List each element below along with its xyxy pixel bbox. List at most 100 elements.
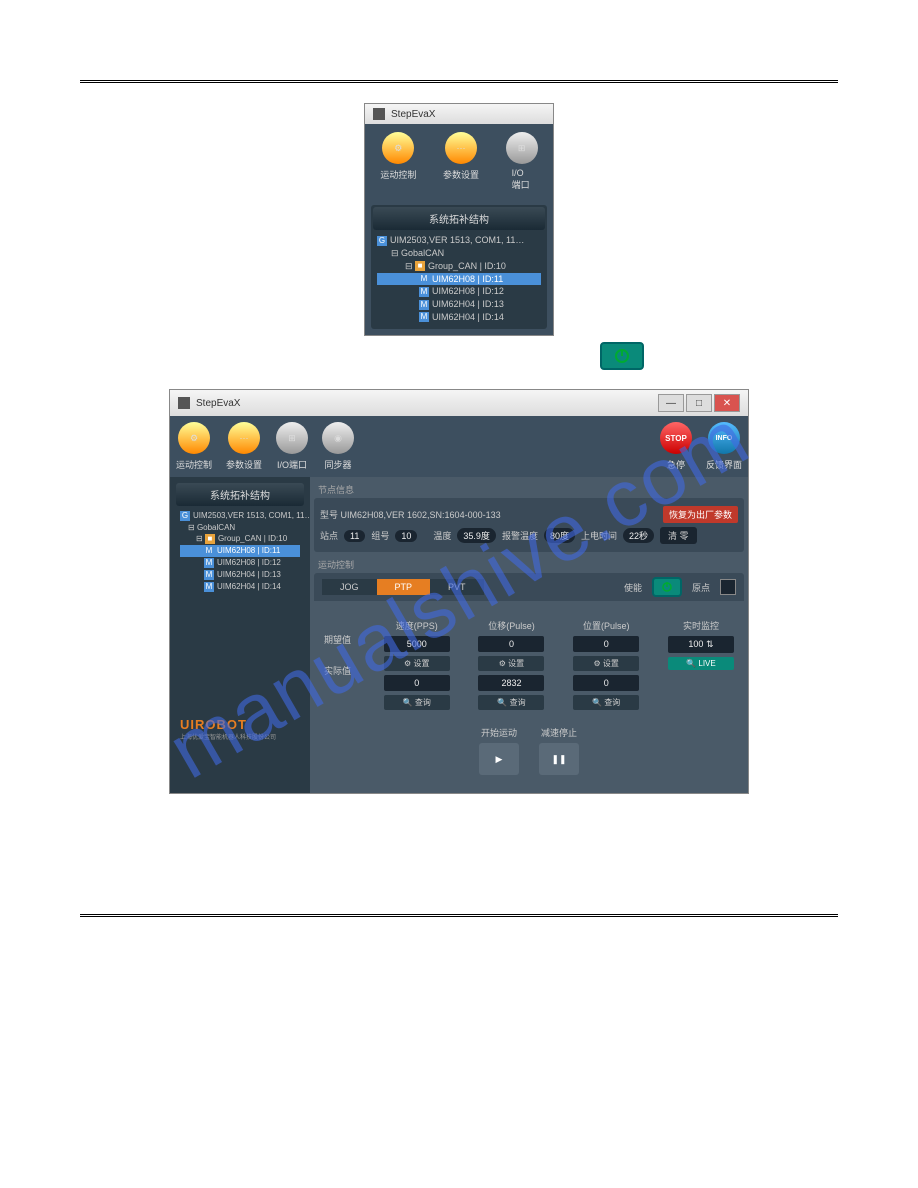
tree-node[interactable]: MUIM62H08 | ID:11 — [180, 545, 300, 557]
temp-value: 35.9度 — [457, 528, 496, 543]
tree-group[interactable]: ⊟ ■Group_CAN | ID:10 — [377, 260, 541, 273]
disp-actual: 2832 — [478, 675, 544, 691]
badge-folder-icon: ■ — [205, 534, 215, 544]
tree-node[interactable]: MUIM62H08 | ID:12 — [180, 557, 300, 569]
speed-query-button[interactable]: 🔍 查询 — [384, 695, 450, 710]
window-controls: — □ ✕ — [658, 394, 740, 412]
start-label: 开始运动 — [479, 726, 519, 739]
enable-toggle[interactable] — [652, 577, 682, 597]
badge-g-icon: G — [377, 236, 387, 246]
restore-button[interactable]: 恢复为出厂参数 — [663, 506, 738, 523]
disp-set-button[interactable]: ⚙ 设置 — [478, 656, 544, 671]
tree-root[interactable]: GUIM2503,VER 1513, COM1, 11… — [377, 234, 541, 247]
tab-jog[interactable]: JOG — [322, 579, 377, 595]
uptime-label: 上电时间 — [581, 529, 617, 542]
sync-icon: ◉ — [322, 422, 354, 454]
origin-label: 原点 — [692, 581, 710, 594]
disp-query-button[interactable]: 🔍 查询 — [478, 695, 544, 710]
io-icon: ⊞ — [276, 422, 308, 454]
badge-m-icon: M — [204, 546, 214, 556]
feedback-button[interactable]: INFO反馈界面 — [706, 422, 742, 471]
dots-icon: ⋯ — [445, 132, 477, 164]
group-value: 10 — [395, 530, 417, 542]
badge-folder-icon: ■ — [415, 261, 425, 271]
origin-checkbox[interactable] — [720, 579, 736, 595]
badge-m-icon: M — [419, 300, 429, 310]
alarm-value: 80度 — [544, 528, 575, 543]
app-title: StepEvaX — [196, 398, 240, 409]
monitor-header: 实时监控 — [683, 619, 719, 632]
speed-actual: 0 — [384, 675, 450, 691]
io-button[interactable]: ⊞I/O端口 — [276, 422, 308, 471]
group-label: 组号 — [371, 529, 389, 542]
speed-set-button[interactable]: ⚙ 设置 — [384, 656, 450, 671]
tree-gobal[interactable]: ⊟ GobalCAN — [180, 522, 300, 533]
pos-expect-input[interactable]: 0 — [573, 636, 639, 652]
app-icon — [178, 397, 190, 409]
enable-button[interactable] — [600, 342, 644, 370]
tree-node[interactable]: MUIM62H04 | ID:13 — [180, 569, 300, 581]
app-icon — [373, 108, 385, 120]
play-button[interactable]: ▶ — [479, 743, 519, 775]
disp-expect-input[interactable]: 0 — [478, 636, 544, 652]
window-large: StepEvaX — □ ✕ ⚙运动控制 ⋯参数设置 ⊞I/O端口 ◉同步器 S… — [169, 389, 749, 794]
minimize-button[interactable]: — — [658, 394, 684, 412]
pause-button[interactable]: ❚❚ — [539, 743, 579, 775]
tree-root[interactable]: GUIM2503,VER 1513, COM1, 11… — [180, 510, 300, 522]
power-icon — [612, 348, 632, 364]
motion-header: 运动控制 — [314, 556, 744, 573]
toolbar: ⚙运动控制 ⋯参数设置 ⊞I/O端口 — [365, 124, 553, 199]
tree-node[interactable]: MUIM62H08 | ID:11 — [377, 273, 541, 286]
params-button[interactable]: ⋯参数设置 — [443, 132, 479, 191]
gear-icon: ⚙ — [382, 132, 414, 164]
io-button[interactable]: ⊞I/O端口 — [506, 132, 538, 191]
maximize-button[interactable]: □ — [686, 394, 712, 412]
speed-expect-input[interactable]: 5000 — [384, 636, 450, 652]
estop-button[interactable]: STOP急停 — [660, 422, 692, 471]
badge-m-icon: M — [419, 312, 429, 322]
pos-query-button[interactable]: 🔍 查询 — [573, 695, 639, 710]
tree-node[interactable]: MUIM62H08 | ID:12 — [377, 285, 541, 298]
disp-header: 位移(Pulse) — [488, 619, 535, 632]
tree-group[interactable]: ⊟ ■Group_CAN | ID:10 — [180, 533, 300, 545]
live-button[interactable]: 🔍 LIVE — [668, 657, 734, 670]
tab-pvt[interactable]: PVT — [430, 579, 484, 595]
monitor-input[interactable]: 100 ⇅ — [668, 636, 734, 653]
tree-title: 系统拓补结构 — [176, 483, 304, 506]
badge-m-icon: M — [204, 558, 214, 568]
tree-panel: 系统拓补结构 GUIM2503,VER 1513, COM1, 11… ⊟ Go… — [371, 205, 547, 329]
pos-actual: 0 — [573, 675, 639, 691]
node-info-header: 节点信息 — [314, 481, 744, 498]
power-icon — [660, 581, 674, 593]
speed-header: 速度(PPS) — [396, 619, 438, 632]
tree-node[interactable]: MUIM62H04 | ID:13 — [377, 298, 541, 311]
gear-icon: ⚙ — [178, 422, 210, 454]
window-small: StepEvaX ⚙运动控制 ⋯参数设置 ⊞I/O端口 系统拓补结构 GUIM2… — [364, 103, 554, 336]
spinner-icon[interactable]: ⇅ — [706, 639, 714, 649]
close-button[interactable]: ✕ — [714, 394, 740, 412]
app-title: StepEvaX — [391, 109, 435, 120]
params-button[interactable]: ⋯参数设置 — [226, 422, 262, 471]
motion-tabs: JOG PTP PVT — [322, 579, 484, 595]
motion-control-button[interactable]: ⚙运动控制 — [380, 132, 416, 191]
topology-tree: GUIM2503,VER 1513, COM1, 11… ⊟ GobalCAN … — [176, 506, 304, 597]
tree-node[interactable]: MUIM62H04 | ID:14 — [377, 311, 541, 324]
badge-g-icon: G — [180, 511, 190, 521]
tree-node[interactable]: MUIM62H04 | ID:14 — [180, 581, 300, 593]
tree-title: 系统拓补结构 — [373, 207, 545, 230]
clear-button[interactable]: 清 零 — [660, 527, 697, 544]
pos-set-button[interactable]: ⚙ 设置 — [573, 656, 639, 671]
sync-button[interactable]: ◉同步器 — [322, 422, 354, 471]
io-icon: ⊞ — [506, 132, 538, 164]
badge-m-icon: M — [204, 582, 214, 592]
tree-gobal[interactable]: ⊟ GobalCAN — [377, 247, 541, 260]
topology-tree: GUIM2503,VER 1513, COM1, 11… ⊟ GobalCAN … — [373, 230, 545, 327]
motion-control-button[interactable]: ⚙运动控制 — [176, 422, 212, 471]
stop-icon: STOP — [660, 422, 692, 454]
enable-label: 使能 — [624, 581, 642, 594]
tab-ptp[interactable]: PTP — [377, 579, 431, 595]
play-icon: ▶ — [496, 754, 503, 765]
uptime-value: 22秒 — [623, 528, 654, 543]
expect-label: 期望值 — [324, 633, 351, 646]
info-icon: INFO — [708, 422, 740, 454]
